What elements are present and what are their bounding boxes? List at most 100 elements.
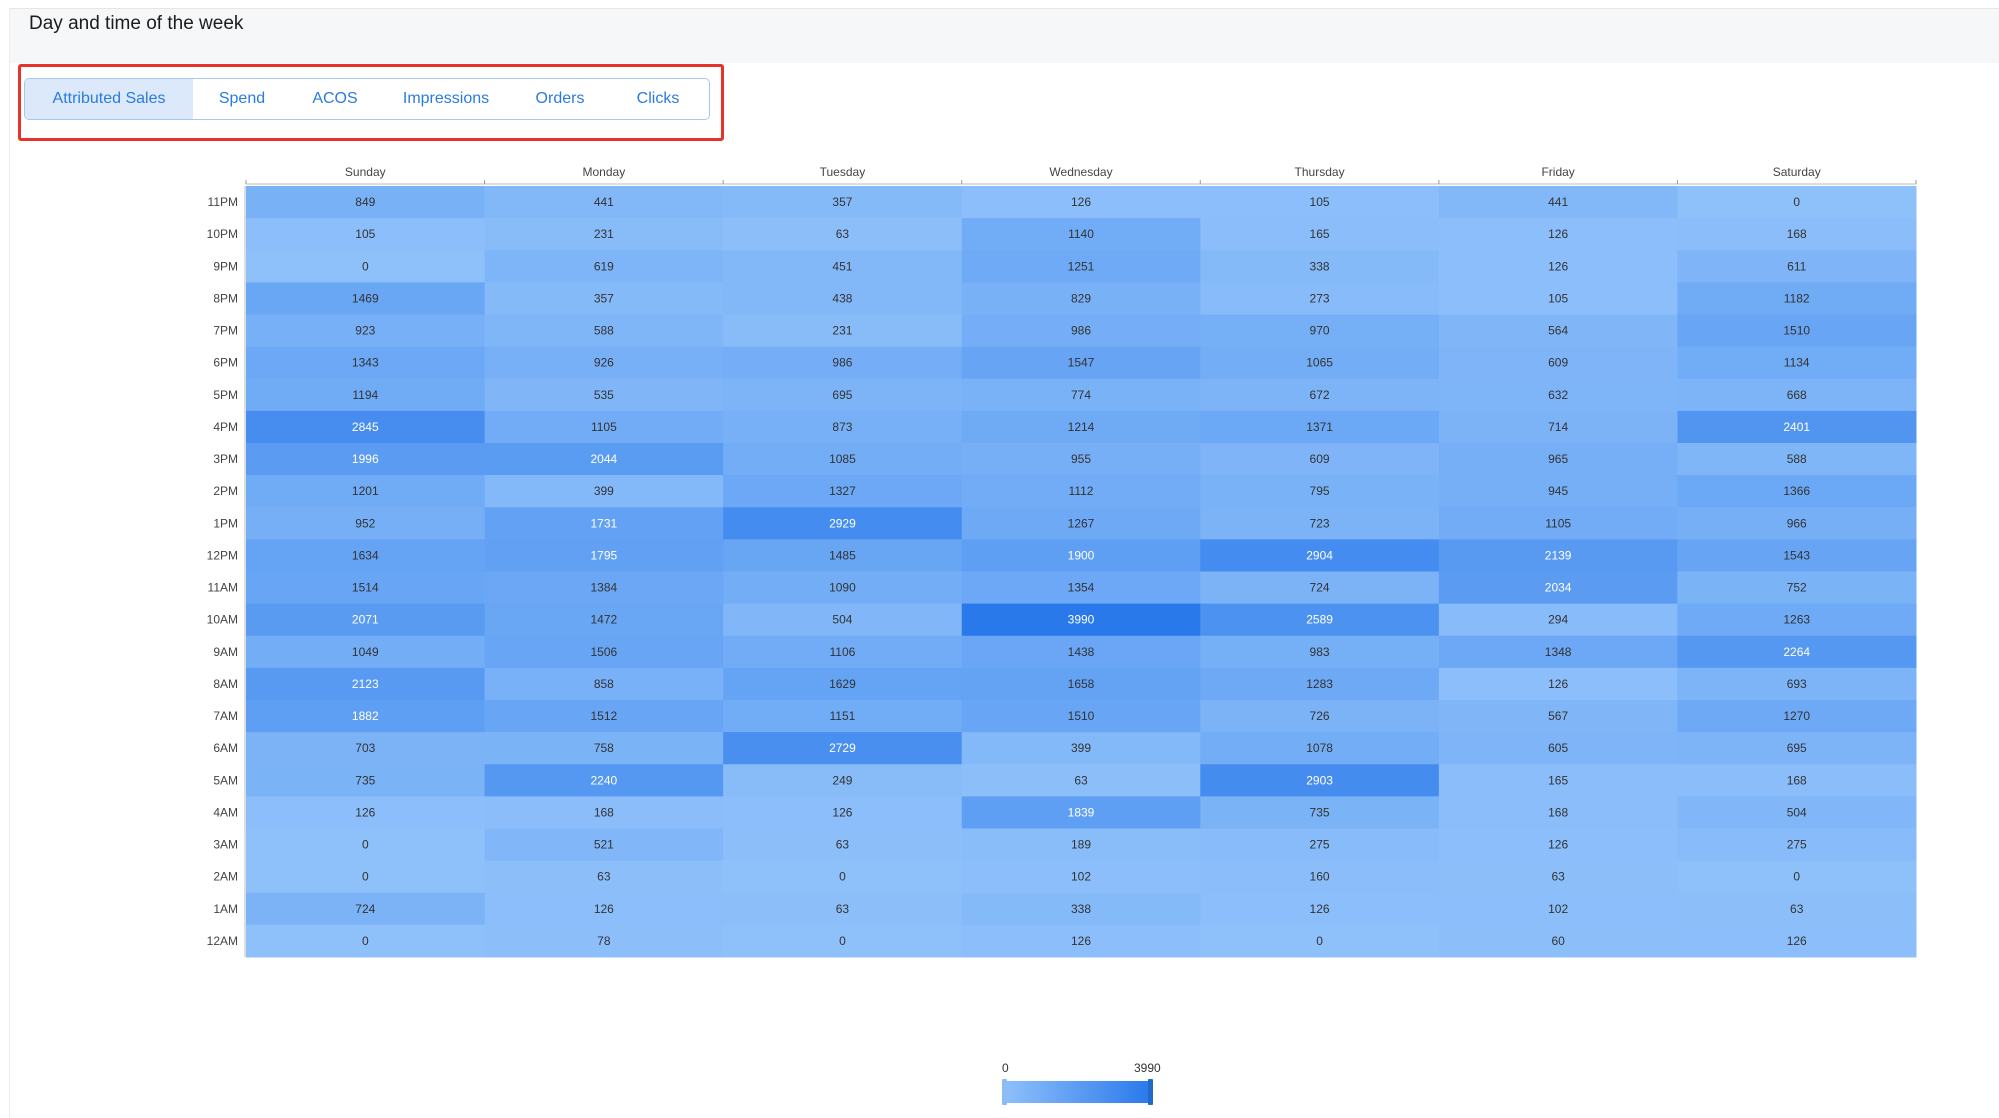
cell-value-label: 1900 xyxy=(1068,548,1095,562)
cell-value-label: 1366 xyxy=(1783,484,1810,498)
cell-value-label: 619 xyxy=(594,259,614,273)
legend-min-label: 0 xyxy=(1002,1061,1009,1075)
legend-max-label: 3990 xyxy=(1134,1061,1161,1075)
cell-value-label: 1485 xyxy=(829,548,856,562)
y-tick-label: 8PM xyxy=(213,291,238,305)
cell-value-label: 357 xyxy=(594,291,614,305)
cell-value-label: 1839 xyxy=(1068,805,1095,819)
legend-max-handle[interactable] xyxy=(1148,1079,1153,1105)
cell-value-label: 0 xyxy=(362,838,369,852)
cell-value-label: 2123 xyxy=(352,677,379,691)
y-tick-label: 6AM xyxy=(213,741,238,755)
cell-value-label: 703 xyxy=(355,741,375,755)
cell-value-label: 1469 xyxy=(352,291,379,305)
cell-value-label: 1151 xyxy=(830,709,856,723)
cell-value-label: 1201 xyxy=(352,484,379,498)
cell-value-label: 63 xyxy=(1551,870,1565,884)
cell-value-label: 611 xyxy=(1787,259,1806,273)
cell-value-label: 231 xyxy=(832,324,852,338)
cell-value-label: 126 xyxy=(1787,934,1807,948)
legend-min-handle[interactable] xyxy=(1002,1079,1007,1105)
cell-value-label: 609 xyxy=(1310,452,1330,466)
x-tick-label: Sunday xyxy=(345,165,386,179)
cell-value-label: 0 xyxy=(362,259,369,273)
cell-value-label: 695 xyxy=(832,388,852,402)
cell-value-label: 451 xyxy=(832,259,852,273)
y-tick-label: 5PM xyxy=(213,388,238,402)
cell-value-label: 983 xyxy=(1310,645,1330,659)
color-scale-legend xyxy=(1002,1079,1153,1105)
cell-value-label: 1996 xyxy=(352,452,379,466)
cell-value-label: 873 xyxy=(832,420,852,434)
cell-value-label: 1514 xyxy=(352,581,379,595)
cell-value-label: 849 xyxy=(355,195,375,209)
cell-value-label: 1348 xyxy=(1545,645,1572,659)
cell-value-label: 1214 xyxy=(1068,420,1095,434)
y-tick-label: 6PM xyxy=(213,356,238,370)
x-tick-label: Friday xyxy=(1541,165,1574,179)
cell-value-label: 2729 xyxy=(829,741,856,755)
y-tick-label: 2PM xyxy=(213,484,238,498)
cell-value-label: 1090 xyxy=(829,581,856,595)
cell-value-label: 1270 xyxy=(1783,709,1810,723)
cell-value-label: 338 xyxy=(1310,259,1330,273)
cell-value-label: 1543 xyxy=(1783,548,1810,562)
x-tick-label: Wednesday xyxy=(1049,165,1112,179)
cell-value-label: 63 xyxy=(597,870,611,884)
cell-value-label: 275 xyxy=(1310,838,1330,852)
cell-value-label: 168 xyxy=(1787,773,1807,787)
cell-value-label: 0 xyxy=(839,934,846,948)
y-tick-label: 11PM xyxy=(208,195,238,209)
cell-value-label: 535 xyxy=(594,388,614,402)
y-tick-label: 5AM xyxy=(213,773,238,787)
cell-value-label: 1547 xyxy=(1068,356,1095,370)
cell-value-label: 1354 xyxy=(1068,581,1095,595)
cell-value-label: 78 xyxy=(597,934,611,948)
cell-value-label: 1263 xyxy=(1783,613,1810,627)
cell-value-label: 1634 xyxy=(352,548,379,562)
cell-value-label: 1134 xyxy=(1784,356,1810,370)
y-tick-label: 10AM xyxy=(207,613,238,627)
cell-value-label: 105 xyxy=(1548,291,1568,305)
cell-value-label: 1510 xyxy=(1068,709,1095,723)
cell-value-label: 735 xyxy=(355,773,375,787)
cell-value-label: 0 xyxy=(1793,195,1800,209)
y-tick-label: 12PM xyxy=(207,548,238,562)
y-tick-label: 3AM xyxy=(213,838,238,852)
cell-value-label: 1283 xyxy=(1306,677,1333,691)
cell-value-label: 926 xyxy=(594,356,614,370)
cell-value-label: 1882 xyxy=(352,709,379,723)
y-tick-label: 1PM xyxy=(213,516,238,530)
cell-value-label: 126 xyxy=(1071,195,1091,209)
cell-value-label: 2904 xyxy=(1306,548,1333,562)
cell-value-label: 965 xyxy=(1548,452,1568,466)
cell-value-label: 668 xyxy=(1787,388,1807,402)
y-tick-label: 11AM xyxy=(208,581,238,595)
cell-value-label: 758 xyxy=(594,741,614,755)
cell-value-label: 2929 xyxy=(829,516,856,530)
y-tick-label: 7AM xyxy=(213,709,238,723)
cell-value-label: 752 xyxy=(1787,581,1807,595)
cell-value-label: 723 xyxy=(1310,516,1330,530)
cell-value-label: 564 xyxy=(1548,324,1568,338)
cell-value-label: 2240 xyxy=(591,773,618,787)
x-tick-label: Saturday xyxy=(1773,165,1821,179)
cell-value-label: 338 xyxy=(1071,902,1091,916)
cell-value-label: 160 xyxy=(1310,870,1330,884)
cell-value-label: 105 xyxy=(355,227,375,241)
cell-value-label: 970 xyxy=(1310,324,1330,338)
cell-value-label: 126 xyxy=(1548,227,1568,241)
cell-value-label: 275 xyxy=(1787,838,1807,852)
cell-value-label: 0 xyxy=(1793,870,1800,884)
cell-value-label: 829 xyxy=(1071,291,1091,305)
cell-value-label: 1140 xyxy=(1068,227,1094,241)
cell-value-label: 1629 xyxy=(829,677,856,691)
cell-value-label: 294 xyxy=(1548,613,1568,627)
cell-value-label: 165 xyxy=(1548,773,1568,787)
cell-value-label: 1343 xyxy=(352,356,379,370)
cell-value-label: 2903 xyxy=(1306,773,1333,787)
cell-value-label: 168 xyxy=(1787,227,1807,241)
cell-value-label: 567 xyxy=(1548,709,1568,723)
cell-value-label: 1658 xyxy=(1068,677,1095,691)
cell-value-label: 1510 xyxy=(1783,324,1810,338)
